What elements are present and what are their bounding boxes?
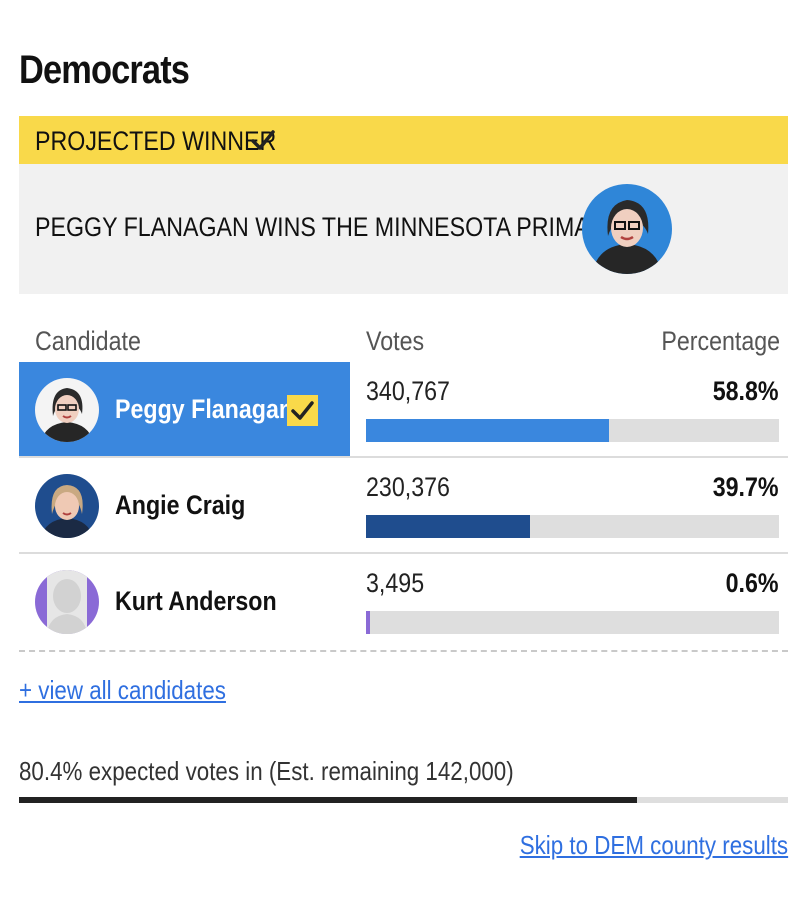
expected-votes-text: 80.4% expected votes in (Est. remaining … [19, 756, 514, 786]
winner-avatar [582, 184, 672, 274]
vote-count: 340,767 [366, 376, 450, 406]
column-header-votes: Votes [366, 326, 425, 356]
vote-share-fill [366, 611, 370, 634]
winner-check-icon [287, 395, 318, 426]
placeholder-avatar-icon [35, 570, 99, 634]
party-title: Democrats [19, 48, 190, 92]
candidate-name: Angie Craig [115, 490, 246, 520]
winner-callout: PEGGY FLANAGAN WINS THE MINNESOTA PRIMAR… [19, 164, 788, 294]
vote-percentage: 58.8% [713, 376, 779, 406]
vote-share-bar [366, 611, 779, 634]
county-results-link[interactable]: Skip to DEM county results [520, 830, 788, 861]
winner-headline: PEGGY FLANAGAN WINS THE MINNESOTA PRIMAR… [35, 212, 622, 242]
vote-share-bar [366, 419, 779, 442]
candidate-cell: Kurt Anderson [19, 554, 350, 649]
candidate-cell: Angie Craig [19, 458, 350, 553]
candidate-cell: Peggy Flanagan [19, 362, 350, 457]
column-header-percentage: Percentage [661, 326, 780, 356]
candidate-name: Kurt Anderson [115, 586, 277, 616]
view-all-candidates-link[interactable]: + view all candidates [19, 675, 226, 706]
candidate-name: Peggy Flanagan [115, 394, 294, 424]
checkmark-icon [251, 130, 275, 150]
vote-percentage: 0.6% [726, 568, 779, 598]
candidate-row-kurt-anderson: Kurt Anderson 3,495 0.6% [19, 554, 788, 649]
candidate-row-angie-craig: Angie Craig 230,376 39.7% [19, 458, 788, 553]
vote-share-fill [366, 419, 609, 442]
projected-winner-label: PROJECTED WINNER [35, 126, 277, 156]
vote-count: 230,376 [366, 472, 450, 502]
vote-share-fill [366, 515, 530, 538]
vote-percentage: 39.7% [713, 472, 779, 502]
expected-votes-fill [19, 797, 638, 803]
candidate-avatar [35, 378, 99, 442]
projected-winner-banner: PROJECTED WINNER [19, 116, 788, 164]
vote-count: 3,495 [366, 568, 425, 598]
candidate-row-peggy-flanagan: Peggy Flanagan 340,767 58.8% [19, 362, 788, 457]
expected-votes-bar [19, 797, 788, 803]
dashed-divider [19, 650, 788, 652]
column-header-candidate: Candidate [35, 326, 141, 356]
candidate-avatar [35, 474, 99, 538]
vote-share-bar [366, 515, 779, 538]
